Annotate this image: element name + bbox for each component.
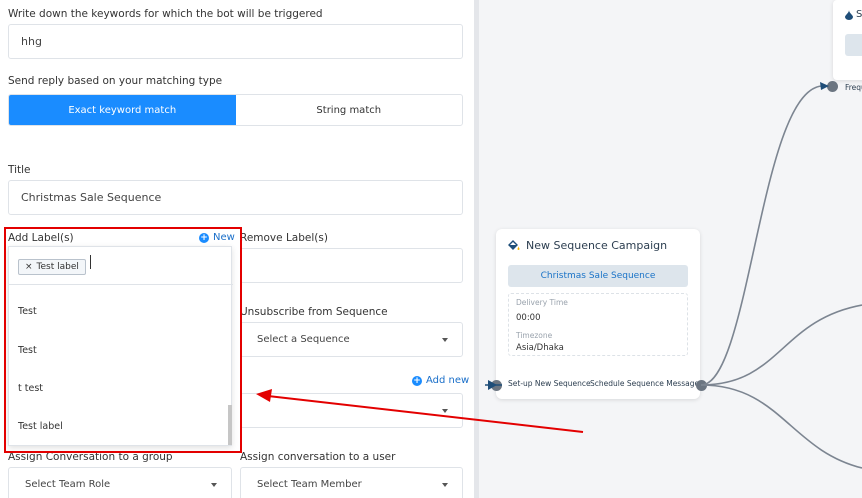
delivery-time-label: Delivery Time: [516, 298, 568, 307]
chevron-down-icon: [442, 408, 448, 413]
chevron-down-icon: [442, 337, 448, 342]
unsubscribe-select-value: Select a Sequence: [257, 334, 350, 345]
new-label-link[interactable]: + New: [199, 232, 235, 243]
plus-circle-icon: +: [412, 375, 422, 386]
dropdown-scrollbar[interactable]: [228, 405, 232, 445]
node-output-port[interactable]: [696, 380, 707, 391]
node-input-port[interactable]: [491, 380, 502, 391]
top-node-input-label: Frequ: [845, 83, 862, 92]
label-option[interactable]: Test: [18, 306, 37, 317]
keywords-label: Write down the keywords for which the bo…: [8, 8, 323, 20]
node-schedule-details: Delivery Time 00:00 Timezone Asia/Dhaka: [508, 293, 688, 356]
text-cursor: [90, 255, 91, 269]
top-node-button[interactable]: [845, 34, 862, 56]
add-new-link-text: Add new: [426, 375, 470, 386]
selected-label-tag: × Test label: [18, 259, 86, 275]
remove-labels-label: Remove Label(s): [240, 232, 328, 244]
sequence-settings-form: Write down the keywords for which the bo…: [0, 0, 474, 498]
add-new-link[interactable]: + Add new: [412, 375, 469, 386]
unsubscribe-sequence-select[interactable]: Select a Sequence: [240, 322, 463, 357]
match-type-label: Send reply based on your matching type: [8, 75, 223, 87]
node-input-label: Set-up New Sequence: [508, 379, 591, 388]
team-role-select-value: Select Team Role: [25, 479, 111, 490]
assign-user-label: Assign conversation to a user: [240, 451, 396, 463]
team-role-select[interactable]: Select Team Role: [8, 467, 232, 498]
drop-icon: [845, 9, 853, 20]
add-labels-label: Add Label(s): [8, 232, 74, 244]
top-node-input-port[interactable]: [827, 81, 838, 92]
timezone-label: Timezone: [516, 331, 553, 340]
exact-keyword-match-button[interactable]: Exact keyword match: [9, 95, 236, 125]
remove-labels-input[interactable]: [240, 248, 463, 283]
node-output-label: Schedule Sequence Message: [590, 379, 700, 388]
selected-label-text: Test label: [36, 262, 79, 272]
team-member-select[interactable]: Select Team Member: [240, 467, 463, 498]
title-input[interactable]: Christmas Sale Sequence: [8, 180, 463, 215]
label-option[interactable]: Test label: [18, 421, 63, 432]
timezone-value: Asia/Dhaka: [516, 343, 564, 353]
title-label: Title: [8, 164, 31, 176]
node-title: New Sequence Campaign: [526, 239, 668, 252]
top-node-title: S: [856, 9, 862, 20]
add-labels-dropdown: × Test label Test Test t test Test label: [8, 246, 233, 446]
chevron-down-icon: [442, 482, 448, 487]
unsubscribe-label: Unsubscribe from Sequence: [240, 306, 388, 318]
sequence-select[interactable]: [240, 393, 463, 428]
paint-bucket-icon: [508, 240, 520, 250]
string-match-button[interactable]: String match: [236, 95, 463, 125]
new-label-link-text: New: [213, 232, 235, 243]
label-option[interactable]: Test: [18, 345, 37, 356]
top-flow-node[interactable]: S: [833, 0, 862, 80]
sequence-campaign-node[interactable]: New Sequence Campaign Christmas Sale Seq…: [496, 229, 700, 399]
match-type-toggle: Exact keyword match String match: [8, 94, 463, 126]
keywords-input[interactable]: hhg: [8, 24, 463, 59]
plus-circle-icon: +: [199, 232, 209, 243]
delivery-time-value: 00:00: [516, 313, 541, 323]
add-labels-input[interactable]: × Test label: [9, 247, 233, 285]
assign-group-label: Assign Conversation to a group: [8, 451, 173, 463]
chevron-down-icon: [211, 482, 217, 487]
node-sequence-button[interactable]: Christmas Sale Sequence: [508, 265, 688, 287]
label-option[interactable]: t test: [18, 383, 43, 394]
tag-remove-icon[interactable]: ×: [25, 262, 33, 272]
team-member-select-value: Select Team Member: [257, 479, 362, 490]
